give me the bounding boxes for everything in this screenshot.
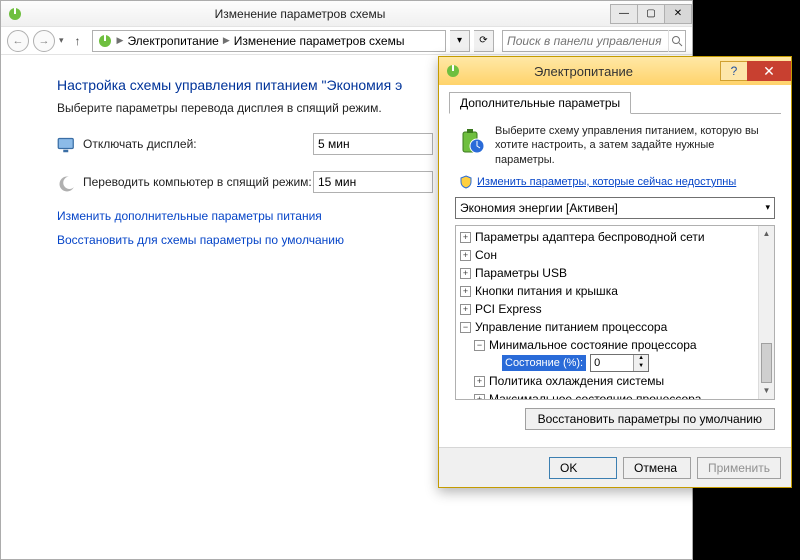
- power-options-dialog: Электропитание ? ✕ Дополнительные параме…: [438, 56, 792, 488]
- dialog-titlebar: Электропитание ? ✕: [439, 57, 791, 85]
- search-icon: [671, 35, 683, 47]
- expand-icon: +: [460, 268, 471, 279]
- refresh-button[interactable]: ⟳: [474, 30, 494, 52]
- maximize-button[interactable]: ▢: [637, 4, 665, 24]
- help-button[interactable]: ?: [720, 61, 748, 81]
- tree-node-buttons-lid[interactable]: +Кнопки питания и крышка: [460, 282, 756, 300]
- uac-row: Изменить параметры, которые сейчас недос…: [459, 175, 775, 189]
- window-title: Изменение параметров схемы: [29, 7, 611, 21]
- power-icon: [445, 63, 461, 79]
- navigation-bar: ← → ▾ ↑ ▶ Электропитание ▶ Изменение пар…: [1, 27, 692, 55]
- sleep-select[interactable]: 15 мин: [313, 171, 433, 193]
- chevron-right-icon: ▶: [117, 35, 124, 46]
- address-bar[interactable]: ▶ Электропитание ▶ Изменение параметров …: [92, 30, 446, 52]
- tree-scrollbar[interactable]: ▲ ▼: [758, 226, 774, 399]
- power-icon: [97, 33, 113, 49]
- breadcrumb-current[interactable]: Изменение параметров схемы: [234, 34, 405, 48]
- hint-row: Выберите схему управления питанием, кото…: [455, 124, 775, 167]
- spinner-down-button[interactable]: ▼: [634, 363, 648, 371]
- expand-icon: +: [474, 394, 485, 400]
- tab-strip: Дополнительные параметры: [449, 91, 781, 114]
- scroll-up-button[interactable]: ▲: [759, 226, 774, 242]
- dialog-title: Электропитание: [467, 64, 720, 79]
- search-input[interactable]: [503, 34, 668, 48]
- ok-button[interactable]: OK: [549, 457, 617, 479]
- back-button[interactable]: ←: [7, 30, 29, 52]
- titlebar: Изменение параметров схемы — ▢ ✕: [1, 1, 692, 27]
- dialog-content: Дополнительные параметры Выберите схему …: [439, 85, 791, 447]
- expand-icon: +: [460, 232, 471, 243]
- breadcrumb-root[interactable]: Электропитание: [127, 34, 218, 48]
- chevron-right-icon: ▶: [223, 35, 230, 46]
- tree-node-cooling-policy[interactable]: +Политика охлаждения системы: [460, 372, 756, 390]
- tree-node-usb[interactable]: +Параметры USB: [460, 264, 756, 282]
- shield-icon: [459, 175, 473, 189]
- power-plan-select[interactable]: Экономия энергии [Активен] ▾: [455, 197, 775, 219]
- uac-link[interactable]: Изменить параметры, которые сейчас недос…: [477, 176, 736, 188]
- dialog-button-bar: OK Отмена Применить: [439, 447, 791, 487]
- expand-icon: +: [460, 304, 471, 315]
- history-dropdown-icon[interactable]: ▾: [59, 35, 64, 46]
- restore-defaults-button[interactable]: Восстановить параметры по умолчанию: [525, 408, 775, 430]
- collapse-icon: −: [474, 340, 485, 351]
- cpu-min-state-row: Состояние (%): ▲ ▼: [460, 354, 756, 372]
- scroll-down-button[interactable]: ▼: [759, 383, 774, 399]
- monitor-icon: [57, 136, 77, 152]
- minimize-button[interactable]: —: [610, 4, 638, 24]
- tree-node-sleep[interactable]: +Сон: [460, 246, 756, 264]
- tree-node-wireless[interactable]: +Параметры адаптера беспроводной сети: [460, 228, 756, 246]
- chevron-down-icon: ▾: [765, 202, 770, 213]
- hint-text: Выберите схему управления питанием, кото…: [495, 124, 775, 167]
- tree-node-cpu-min[interactable]: −Минимальное состояние процессора: [460, 336, 756, 354]
- moon-icon: [57, 174, 77, 190]
- cancel-button[interactable]: Отмена: [623, 457, 691, 479]
- tree-node-pci-express[interactable]: +PCI Express: [460, 300, 756, 318]
- power-plan-selected: Экономия энергии [Активен]: [460, 201, 618, 215]
- address-dropdown-button[interactable]: ▾: [450, 30, 470, 52]
- sleep-label: Переводить компьютер в спящий режим:: [83, 175, 313, 189]
- cpu-min-state-label: Состояние (%):: [502, 355, 586, 372]
- settings-tree: +Параметры адаптера беспроводной сети +С…: [455, 225, 775, 400]
- tree-node-cpu-power[interactable]: −Управление питанием процессора: [460, 318, 756, 336]
- apply-button[interactable]: Применить: [697, 457, 781, 479]
- expand-icon: +: [474, 376, 485, 387]
- close-button[interactable]: ✕: [664, 4, 692, 24]
- expand-icon: +: [460, 286, 471, 297]
- cpu-min-state-input[interactable]: [591, 357, 633, 369]
- expand-icon: +: [460, 250, 471, 261]
- display-off-label: Отключать дисплей:: [83, 137, 313, 151]
- search-box: [502, 30, 686, 52]
- scroll-thumb[interactable]: [761, 343, 772, 383]
- cpu-min-state-spinner: ▲ ▼: [590, 354, 649, 372]
- search-button[interactable]: [668, 30, 685, 52]
- collapse-icon: −: [460, 322, 471, 333]
- battery-icon: [455, 124, 487, 156]
- power-icon: [7, 6, 23, 22]
- up-button[interactable]: ↑: [68, 31, 88, 51]
- close-button[interactable]: ✕: [747, 61, 791, 81]
- tab-advanced[interactable]: Дополнительные параметры: [449, 92, 631, 114]
- forward-button[interactable]: →: [33, 30, 55, 52]
- display-off-select[interactable]: 5 мин: [313, 133, 433, 155]
- tree-node-cpu-max[interactable]: +Максимальное состояние процессора: [460, 390, 756, 400]
